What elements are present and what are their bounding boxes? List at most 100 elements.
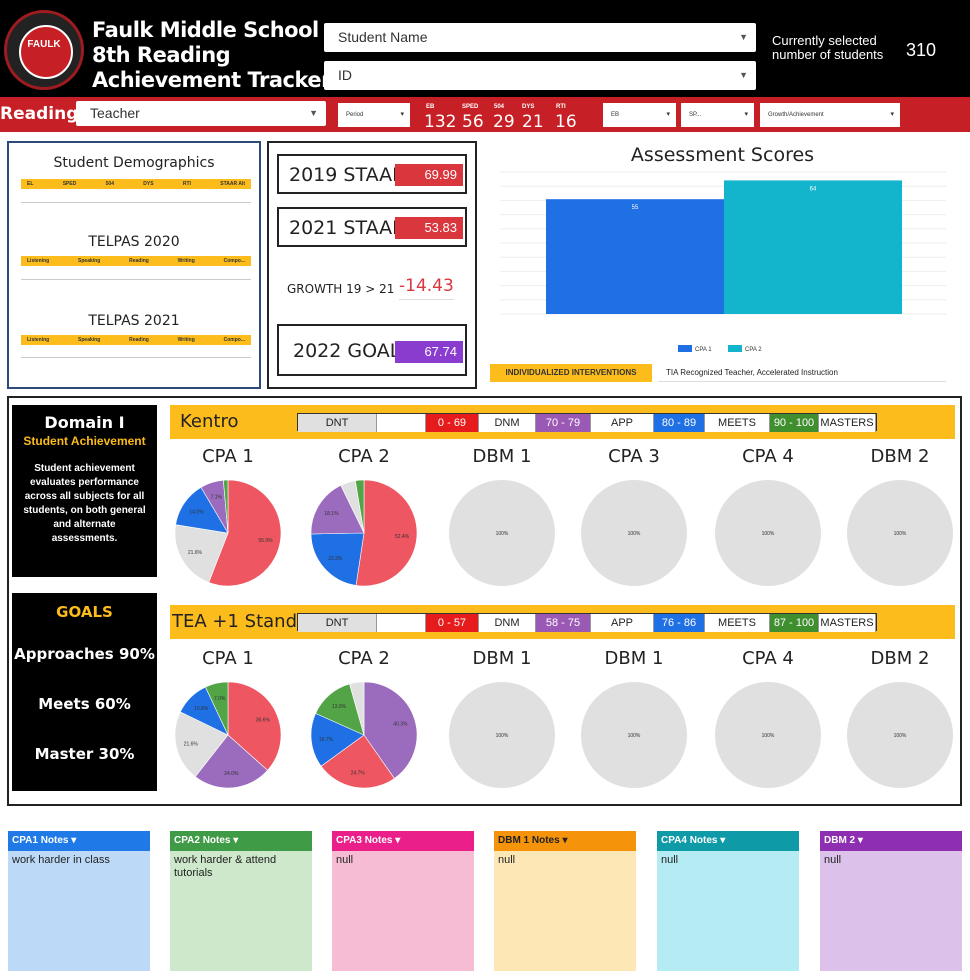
pie-chart-dbm-1[interactable]: 100% [442, 675, 562, 795]
legend-cell-app: APP [591, 414, 654, 432]
teacher-dropdown[interactable]: Teacher ▼ [76, 101, 326, 126]
pie-slice-label: 100% [496, 733, 509, 739]
tea-header: TEA +1 Standard DNT 0 - 57 DNM 58 - 75 APP 76… [170, 605, 955, 639]
notes-header-dropdown[interactable]: CPA2 Notes ▾ [170, 831, 312, 851]
goal-master: Master 30% [34, 745, 135, 763]
pie-chart-cpa-4[interactable]: 100% [708, 675, 828, 795]
goals-title: GOALS [56, 603, 113, 621]
chevron-down-icon: ▼ [739, 32, 748, 42]
header-bar: FAULK Faulk Middle School 8th Reading Ac… [0, 0, 970, 97]
pie-chart-cpa-3[interactable]: 100% [574, 473, 694, 593]
legend-cell-76-86: 76 - 86 [654, 614, 705, 632]
selected-count-value: 310 [906, 40, 937, 60]
notes-card[interactable]: CPA4 Notes ▾ null [657, 831, 799, 971]
notes-card[interactable]: DBM 1 Notes ▾ null [494, 831, 636, 971]
kpi-rti-value: 16 [555, 112, 577, 132]
notes-header-dropdown[interactable]: CPA3 Notes ▾ [332, 831, 474, 851]
pie-title: CPA 2 [338, 648, 390, 669]
pie-slice-label: 24.7% [351, 771, 366, 777]
pie-title: CPA 1 [202, 446, 254, 467]
kpi-sped-label: SPED [462, 104, 479, 110]
legend-label: CPA 1 [695, 347, 712, 353]
pie-slice-label: 24.0% [224, 771, 239, 777]
kpi-dys-label: DYS [522, 104, 535, 110]
legend-cell-app: APP [591, 614, 654, 632]
pie-slice-label: 14.0% [189, 510, 204, 516]
telpas-2020-title: TELPAS 2020 [88, 234, 180, 250]
pie-slice-label: 100% [762, 733, 775, 739]
kpi-dys-value: 21 [522, 112, 544, 132]
notes-body[interactable]: null [657, 851, 799, 870]
notes-card[interactable]: DBM 2 ▾ null [820, 831, 962, 971]
pie-chart-cpa-1[interactable]: 55.9% 21.6% 14.0% 7.1% [168, 473, 288, 593]
student-id-dropdown[interactable]: ID ▼ [324, 61, 756, 90]
pie-slice-label: 16.7% [319, 737, 334, 743]
notes-body[interactable]: null [494, 851, 636, 870]
goal-2022-box: 2022 GOAL 67.74 [277, 324, 467, 376]
bar-data-label: 64 [810, 186, 817, 192]
pie-chart-cpa-4[interactable]: 100% [708, 473, 828, 593]
kpi-rti-label: RTI [556, 104, 566, 110]
legend-cell-meets: MEETS [705, 614, 770, 632]
growth-achievement-dropdown[interactable]: Growth/Achievement ▾ [760, 103, 900, 127]
notes-body[interactable]: null [332, 851, 474, 870]
legend-swatch [678, 345, 692, 352]
period-dropdown[interactable]: Period ▾ [338, 103, 410, 127]
pie-title: DBM 2 [870, 648, 930, 669]
legend-cell-0-69: 0 - 69 [426, 414, 479, 432]
pie-chart-dbm-1[interactable]: 100% [574, 675, 694, 795]
notes-body[interactable]: work harder & attend tutorials [170, 851, 312, 883]
pie-slice-label: 100% [496, 531, 509, 537]
notes-header-dropdown[interactable]: DBM 1 Notes ▾ [494, 831, 636, 851]
growth-label: GROWTH 19 > 21 [287, 282, 395, 296]
title-line-1: Faulk Middle School [92, 18, 319, 42]
notes-header-dropdown[interactable]: CPA4 Notes ▾ [657, 831, 799, 851]
pie-slice-label: 100% [628, 531, 641, 537]
pie-slice-label: 21.6% [188, 550, 203, 556]
notes-body[interactable]: null [820, 851, 962, 870]
staar-2021-label: 2021 STAAR [289, 217, 406, 239]
divider [21, 202, 251, 203]
pie-chart-cpa-2[interactable]: 52.4% 22.3% 18.1% [304, 473, 424, 593]
student-id-label: ID [338, 67, 352, 83]
staar-panel: 2019 STAAR 69.99 2021 STAAR 53.83 GROWTH… [267, 141, 477, 389]
legend-cell-dnt: DNT [298, 614, 377, 632]
pie-slice-label: 100% [894, 531, 907, 537]
telpas-2021-header-row: Listening Speaking Reading Writing Compo… [21, 335, 251, 345]
goals-box: GOALS Approaches 90% Meets 60% Master 30… [12, 593, 157, 791]
goal-meets: Meets 60% [38, 695, 131, 713]
notes-card[interactable]: CPA2 Notes ▾ work harder & attend tutoria… [170, 831, 312, 971]
pie-chart-dbm-2[interactable]: 100% [840, 675, 960, 795]
notes-card[interactable]: CPA1 Notes ▾ work harder in class [8, 831, 150, 971]
pie-slice-label: 10.8% [194, 706, 209, 712]
demographics-panel: Student Demographics EL SPED 504 DYS RTI… [7, 141, 261, 389]
growth-value: -14.43 [399, 276, 454, 300]
page-title: Faulk Middle School 8th Reading Achievem… [92, 18, 331, 93]
pie-chart-dbm-2[interactable]: 100% [840, 473, 960, 593]
divider [21, 279, 251, 280]
notes-header-dropdown[interactable]: DBM 2 ▾ [820, 831, 962, 851]
kentro-title: Kentro [180, 411, 239, 432]
legend-cell-blank [377, 414, 426, 432]
eb-filter-dropdown[interactable]: EB ▾ [603, 103, 676, 127]
sped-filter-dropdown[interactable]: SP... ▾ [681, 103, 754, 127]
pie-slice-label: 55.9% [258, 538, 273, 544]
pie-chart-dbm-1[interactable]: 100% [442, 473, 562, 593]
pie-slice-label: 100% [894, 733, 907, 739]
notes-body[interactable]: work harder in class [8, 851, 150, 870]
goal-2022-label: 2022 GOAL [293, 340, 401, 362]
kpi-sped-value: 56 [462, 112, 484, 132]
legend-cell-dnm: DNM [479, 614, 536, 632]
kpi-504-value: 29 [493, 112, 515, 132]
notes-card[interactable]: CPA3 Notes ▾ null [332, 831, 474, 971]
student-name-dropdown[interactable]: Student Name ▼ [324, 23, 756, 52]
pie-chart-cpa-2[interactable]: 40.3% 24.7% 16.7% 13.9% [304, 675, 424, 795]
pie-chart-cpa-1[interactable]: 36.6% 24.0% 21.6% 10.8% 7.0% [168, 675, 288, 795]
selected-count-label: Currently selected number of students [772, 33, 884, 62]
pie-title: CPA 1 [202, 648, 254, 669]
interventions-value: TIA Recognized Teacher, Accelerated Inst… [658, 364, 946, 382]
notes-header-dropdown[interactable]: CPA1 Notes ▾ [8, 831, 150, 851]
pie-slice-label: 7.1% [211, 495, 223, 501]
telpas-2020-header-row: Listening Speaking Reading Writing Compo… [21, 256, 251, 266]
student-name-label: Student Name [338, 29, 428, 45]
